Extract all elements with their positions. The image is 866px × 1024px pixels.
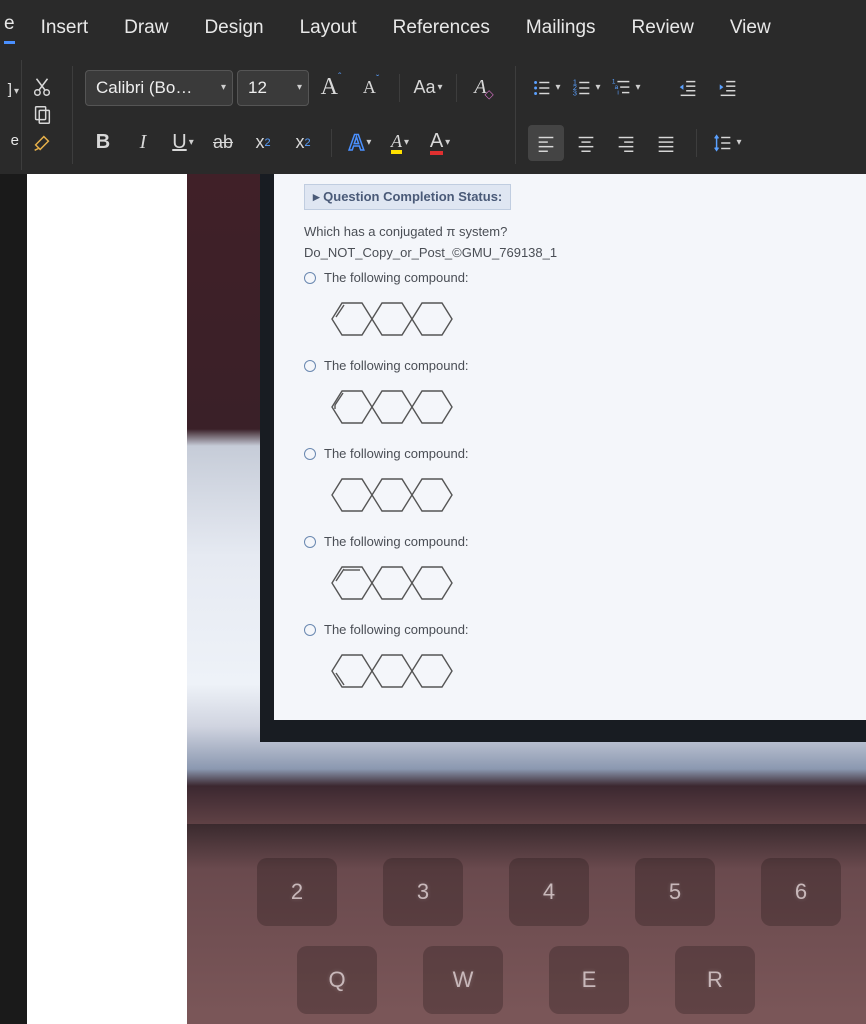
key: 4 [509, 858, 589, 926]
paste-group-partial: ]▾ e [0, 60, 22, 170]
ribbon-toolbar: ]▾ e Calibri (Bo…▾ 12▾ A [0, 56, 866, 174]
italic-button[interactable]: I [125, 125, 161, 161]
photo-laptop-keyboard: 2 3 4 5 6 Q W E R A S D [187, 824, 866, 1024]
paste-fragment-top[interactable]: ]▾ [8, 81, 19, 98]
align-left-button[interactable] [528, 125, 564, 161]
molecule-3 [304, 463, 848, 530]
document-canvas[interactable]: ▸ Question Completion Status: Which has … [0, 174, 866, 1024]
key: 2 [257, 858, 337, 926]
strikethrough-button[interactable]: ab [205, 125, 241, 161]
tab-review[interactable]: Review [614, 0, 712, 56]
radio-icon [304, 272, 316, 284]
tab-home-partial[interactable]: e [4, 0, 23, 56]
option-4: The following compound: [304, 534, 848, 549]
option-5: The following compound: [304, 622, 848, 637]
font-color-button[interactable]: A▾ [422, 125, 458, 161]
font-size-dropdown[interactable]: 12▾ [237, 70, 309, 106]
tab-mailings[interactable]: Mailings [508, 0, 614, 56]
key: 5 [635, 858, 715, 926]
key: 6 [761, 858, 841, 926]
key: E [549, 946, 629, 1014]
cut-icon[interactable] [28, 73, 56, 101]
radio-icon [304, 624, 316, 636]
highlight-color-button[interactable]: A▾ [382, 125, 418, 161]
underline-button[interactable]: U▾ [165, 125, 201, 161]
tab-layout[interactable]: Layout [282, 0, 375, 56]
eraser-icon: ◇ [484, 87, 493, 101]
align-center-button[interactable] [568, 125, 604, 161]
increase-indent-button[interactable] [710, 70, 746, 106]
font-name-value: Calibri (Bo… [96, 78, 192, 98]
superscript-button[interactable]: x2 [285, 125, 321, 161]
paste-fragment-bottom: e [11, 132, 19, 149]
molecule-4 [304, 551, 848, 618]
font-size-value: 12 [248, 78, 267, 98]
question-status-bar: ▸ Question Completion Status: [304, 184, 511, 210]
subscript-button[interactable]: x2 [245, 125, 281, 161]
radio-icon [304, 448, 316, 460]
key: R [675, 946, 755, 1014]
justify-button[interactable] [648, 125, 684, 161]
change-case-button[interactable]: Aa▾ [410, 70, 446, 106]
bullets-button[interactable]: ▾ [528, 70, 564, 106]
tab-insert[interactable]: Insert [23, 0, 107, 56]
option-1: The following compound: [304, 270, 848, 285]
decrease-indent-button[interactable] [670, 70, 706, 106]
font-name-dropdown[interactable]: Calibri (Bo…▾ [85, 70, 233, 106]
copy-icon[interactable] [28, 101, 56, 129]
bold-button[interactable]: B [85, 125, 121, 161]
page-margin-whitespace [27, 174, 187, 1024]
question-meta: Do_NOT_Copy_or_Post_©GMU_769138_1 [304, 245, 848, 260]
photo-laptop-screen: ▸ Question Completion Status: Which has … [260, 174, 866, 742]
radio-icon [304, 360, 316, 372]
text-effects-button[interactable]: A▾ [342, 125, 378, 161]
svg-text:i: i [618, 89, 619, 96]
molecule-2 [304, 375, 848, 442]
line-spacing-button[interactable]: ▾ [709, 125, 745, 161]
key: Q [297, 946, 377, 1014]
shrink-font-button[interactable]: Aˇ [353, 70, 389, 106]
tab-view[interactable]: View [712, 0, 789, 56]
menu-tabbar: e Insert Draw Design Layout References M… [0, 0, 866, 56]
molecule-5 [304, 639, 848, 706]
multilevel-list-button[interactable]: 1ai▾ [608, 70, 644, 106]
key: W [423, 946, 503, 1014]
option-2: The following compound: [304, 358, 848, 373]
format-painter-icon[interactable] [28, 129, 56, 157]
tab-design[interactable]: Design [186, 0, 281, 56]
svg-text:3: 3 [573, 88, 577, 97]
clear-formatting-button[interactable]: A ◇ [467, 70, 503, 106]
radio-icon [304, 536, 316, 548]
key: 3 [383, 858, 463, 926]
numbering-button[interactable]: 123▾ [568, 70, 604, 106]
option-3: The following compound: [304, 446, 848, 461]
molecule-1 [304, 287, 848, 354]
align-right-button[interactable] [608, 125, 644, 161]
tab-draw[interactable]: Draw [106, 0, 186, 56]
grow-font-button[interactable]: Aˆ [313, 70, 349, 106]
question-text: Which has a conjugated π system? [304, 224, 848, 239]
tab-references[interactable]: References [375, 0, 508, 56]
